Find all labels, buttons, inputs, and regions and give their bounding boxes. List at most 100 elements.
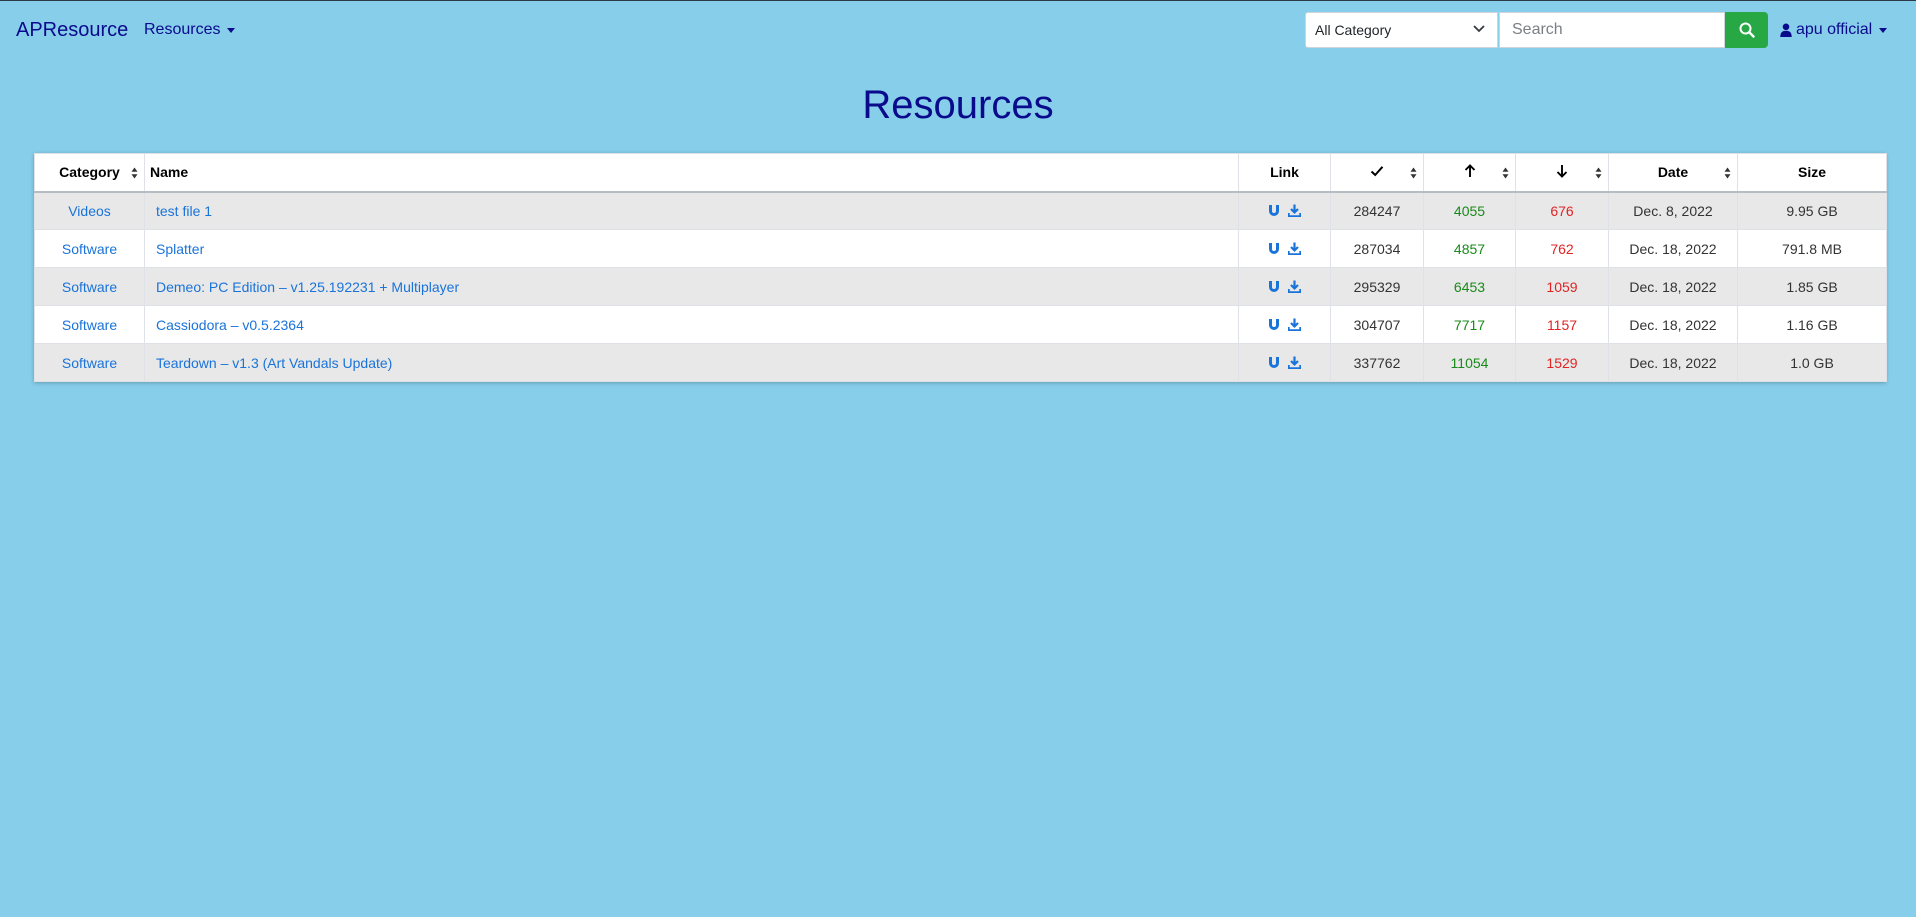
header-seeders[interactable] (1423, 153, 1516, 193)
check-icon (1370, 166, 1384, 177)
header-date-label: Date (1657, 164, 1689, 181)
search-input[interactable] (1499, 12, 1725, 48)
magnet-icon[interactable] (1268, 204, 1280, 217)
link-cell (1238, 191, 1331, 230)
name-cell: test file 1 (144, 191, 1239, 230)
download-icon[interactable] (1288, 204, 1301, 218)
resource-name-link[interactable]: Cassiodora – v0.5.2364 (156, 317, 304, 333)
size-cell: 1.16 GB (1737, 305, 1887, 344)
caret-down-icon (1879, 27, 1888, 33)
header-category[interactable]: Category (34, 153, 145, 193)
date-cell: Dec. 18, 2022 (1608, 343, 1738, 382)
magnet-icon[interactable] (1268, 280, 1280, 293)
date-cell: Dec. 18, 2022 (1608, 305, 1738, 344)
magnet-icon[interactable] (1268, 318, 1280, 331)
leechers-cell: 1059 (1515, 267, 1609, 306)
resources-table: Category Name Link Date Size Videos test… (34, 153, 1887, 382)
download-icon[interactable] (1288, 280, 1301, 293)
seeders-cell: 11054 (1423, 343, 1516, 382)
category-cell: Videos (34, 191, 145, 230)
table-row: Software Demeo: PC Edition – v1.25.19223… (34, 267, 1887, 306)
user-name: apu official (1796, 21, 1873, 38)
resources-dropdown-label: Resources (144, 21, 221, 38)
download-icon[interactable] (1288, 318, 1301, 331)
chevron-down-icon (1473, 25, 1485, 33)
leechers-cell: 1529 (1515, 343, 1609, 382)
name-cell: Splatter (144, 229, 1239, 268)
link-cell (1238, 229, 1331, 268)
user-menu[interactable]: apu official (1780, 21, 1888, 39)
arrow-up-icon (1464, 163, 1475, 177)
link-cell (1238, 267, 1331, 306)
size-cell: 9.95 GB (1737, 191, 1887, 230)
category-select[interactable]: All Category (1305, 12, 1498, 48)
magnet-icon[interactable] (1268, 356, 1280, 369)
date-cell: Dec. 18, 2022 (1608, 229, 1738, 268)
seeders-cell: 6453 (1423, 267, 1516, 306)
seeders-cell: 4055 (1423, 191, 1516, 230)
header-name-label: Name (150, 164, 189, 181)
name-cell: Cassiodora – v0.5.2364 (144, 305, 1239, 344)
date-cell: Dec. 18, 2022 (1608, 267, 1738, 306)
category-cell: Software (34, 267, 145, 306)
header-name[interactable]: Name (144, 153, 1239, 193)
size-cell: 1.85 GB (1737, 267, 1887, 306)
resource-name-link[interactable]: Teardown – v1.3 (Art Vandals Update) (156, 355, 392, 371)
link-cell (1238, 343, 1331, 382)
header-leechers[interactable] (1515, 153, 1609, 193)
resources-table-container: Category Name Link Date Size Videos test… (34, 153, 1887, 382)
resource-name-link[interactable]: Splatter (156, 241, 204, 257)
seeders-cell: 4857 (1423, 229, 1516, 268)
page-title: Resources (862, 83, 1054, 127)
brand-logo[interactable]: APResource (16, 19, 128, 42)
leechers-cell: 1157 (1515, 305, 1609, 344)
leechers-cell: 676 (1515, 191, 1609, 230)
table-header-row: Category Name Link Date Size (34, 153, 1887, 193)
header-date[interactable]: Date (1608, 153, 1738, 193)
size-cell: 1.0 GB (1737, 343, 1887, 382)
name-cell: Demeo: PC Edition – v1.25.192231 + Multi… (144, 267, 1239, 306)
arrow-down-icon (1556, 164, 1568, 178)
category-cell: Software (34, 229, 145, 268)
completed-cell: 337762 (1330, 343, 1424, 382)
category-link[interactable]: Software (62, 355, 117, 371)
header-category-label: Category (59, 164, 120, 181)
search-button[interactable] (1725, 12, 1768, 48)
category-link[interactable]: Software (62, 279, 117, 295)
header-completed[interactable] (1330, 153, 1424, 193)
category-select-value: All Category (1315, 22, 1392, 38)
table-row: Software Splatter 287034 4857 762 Dec. 1… (34, 229, 1887, 268)
sort-icon (131, 167, 138, 179)
completed-cell: 287034 (1330, 229, 1424, 268)
resource-name-link[interactable]: test file 1 (156, 203, 212, 219)
header-size: Size (1737, 153, 1887, 193)
table-row: Videos test file 1 284247 4055 676 Dec. … (34, 191, 1887, 230)
download-icon[interactable] (1288, 356, 1301, 369)
table-row: Software Teardown – v1.3 (Art Vandals Up… (34, 343, 1887, 382)
name-cell: Teardown – v1.3 (Art Vandals Update) (144, 343, 1239, 382)
completed-cell: 295329 (1330, 267, 1424, 306)
leechers-cell: 762 (1515, 229, 1609, 268)
header-link-label: Link (1270, 164, 1299, 181)
sort-icon (1595, 167, 1602, 179)
header-link: Link (1238, 153, 1331, 193)
user-icon (1780, 23, 1792, 37)
table-row: Software Cassiodora – v0.5.2364 304707 7… (34, 305, 1887, 344)
date-cell: Dec. 8, 2022 (1608, 191, 1738, 230)
navbar: APResource Resources All Category apu of… (0, 1, 1916, 61)
category-link[interactable]: Software (62, 241, 117, 257)
completed-cell: 284247 (1330, 191, 1424, 230)
resource-name-link[interactable]: Demeo: PC Edition – v1.25.192231 + Multi… (156, 279, 459, 295)
completed-cell: 304707 (1330, 305, 1424, 344)
magnet-icon[interactable] (1268, 242, 1280, 255)
sort-icon (1724, 167, 1731, 179)
download-icon[interactable] (1288, 242, 1301, 255)
category-link[interactable]: Software (62, 317, 117, 333)
resources-dropdown[interactable]: Resources (144, 21, 236, 39)
category-link[interactable]: Videos (68, 203, 111, 219)
header-size-label: Size (1797, 164, 1826, 181)
sort-icon (1410, 167, 1417, 179)
size-cell: 791.8 MB (1737, 229, 1887, 268)
search-icon (1739, 22, 1755, 38)
link-cell (1238, 305, 1331, 344)
